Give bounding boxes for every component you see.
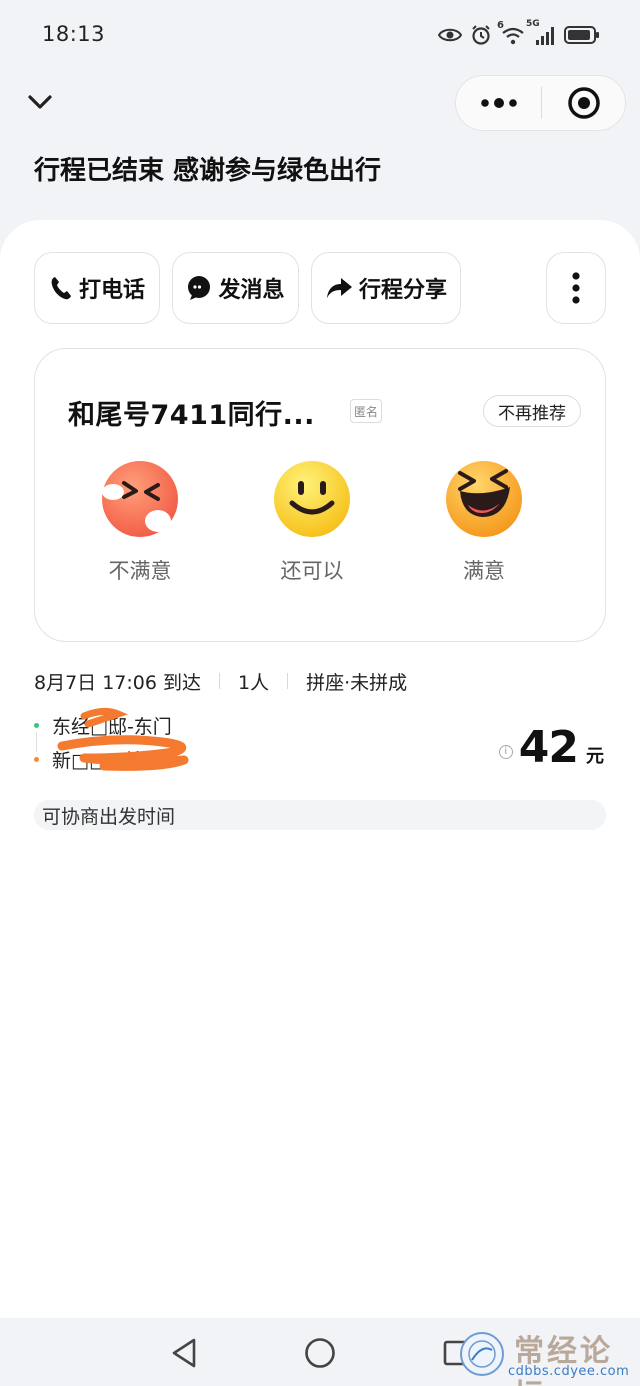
- angry-face-icon: [102, 461, 178, 537]
- mini-program-capsule: [455, 75, 626, 131]
- trip-meta: 8月7日 17:06 到达 1人 拼座·未拼成: [34, 668, 407, 694]
- wifi-superscript: 6: [497, 20, 504, 31]
- passenger-count: 1人: [238, 671, 270, 694]
- battery-icon: [564, 25, 600, 45]
- wifi-icon: 6: [497, 20, 526, 46]
- signal-5g-icon: 5G: [526, 19, 556, 46]
- capsule-more-button[interactable]: [456, 76, 541, 130]
- nav-back-button[interactable]: [166, 1335, 202, 1371]
- watermark-logo-icon: [460, 1332, 504, 1376]
- meta-divider: [219, 673, 221, 689]
- back-button[interactable]: [22, 84, 58, 120]
- destination-label: 新□□□站: [52, 749, 144, 772]
- circle-home-icon: [305, 1338, 335, 1368]
- destination: 新□□□站: [34, 742, 172, 776]
- rating-label-ok: 还可以: [280, 559, 344, 583]
- anonymous-badge: 匿名: [350, 399, 382, 423]
- phone-icon: [51, 277, 71, 300]
- route: 东经□邸-东门 新□□□站: [34, 707, 189, 776]
- message-label: 发消息: [218, 278, 285, 303]
- trip-detail-sheet: 打电话 发消息 行程分享 和尾号7411同行... 匿名 不再推荐 不满意 还可…: [0, 220, 640, 1318]
- more-actions-button[interactable]: [546, 252, 606, 324]
- target-icon: [567, 87, 600, 119]
- message-button[interactable]: 发消息: [172, 252, 299, 324]
- rating-option-ok[interactable]: 还可以: [252, 459, 372, 585]
- share-button[interactable]: 行程分享: [311, 252, 461, 324]
- ride-mode: 拼座·未拼成: [306, 671, 408, 694]
- alarm-icon: [470, 24, 492, 46]
- origin-dot: [34, 722, 39, 728]
- chat-icon: [188, 276, 211, 300]
- share-label: 行程分享: [358, 278, 447, 303]
- call-button[interactable]: 打电话: [34, 252, 160, 324]
- chevron-down-icon: [28, 95, 52, 109]
- price-unit: 元: [586, 746, 604, 767]
- share-arrow-icon: [326, 278, 352, 298]
- eye-icon: [438, 26, 462, 44]
- triangle-back-icon: [172, 1338, 196, 1368]
- rating-card: 和尾号7411同行... 匿名 不再推荐 不满意 还可以 满意: [34, 348, 606, 642]
- origin-label: 东经□邸-东门: [52, 715, 172, 738]
- rating-label-unsatisfied: 不满意: [108, 559, 172, 583]
- nav-home-button[interactable]: [302, 1335, 338, 1371]
- dismiss-recommend-button[interactable]: 不再推荐: [483, 395, 581, 427]
- rating-title: 和尾号7411同行...: [68, 400, 315, 431]
- negotiable-time-tag: 可协商出发时间: [34, 800, 606, 830]
- watermark: 常经论坛 cdbbs.cdyee.com: [458, 1326, 640, 1386]
- price-amount: 42: [518, 722, 579, 773]
- network-label: 5G: [526, 19, 540, 29]
- action-row: 打电话 发消息 行程分享: [34, 252, 606, 324]
- meta-divider: [287, 673, 289, 689]
- arrival-time: 8月7日 17:06 到达: [34, 671, 202, 694]
- status-bar: 18:13 6 5G: [0, 0, 640, 70]
- price: i 42 元: [498, 722, 604, 773]
- call-label: 打电话: [78, 278, 145, 303]
- status-icons: 6 5G: [438, 19, 600, 48]
- page-title: 行程已结束 感谢参与绿色出行: [34, 156, 382, 186]
- info-icon[interactable]: i: [498, 744, 513, 759]
- destination-dot: [34, 756, 39, 762]
- origin: 东经□邸-东门: [34, 708, 172, 742]
- more-dots-icon: [480, 98, 517, 108]
- rating-option-unsatisfied[interactable]: 不满意: [80, 459, 200, 585]
- kebab-icon: [572, 272, 580, 304]
- capsule-close-button[interactable]: [542, 76, 625, 130]
- smile-face-icon: [274, 461, 350, 537]
- status-time: 18:13: [42, 22, 106, 46]
- rating-label-satisfied: 满意: [463, 559, 505, 583]
- watermark-url: cdbbs.cdyee.com: [508, 1364, 630, 1379]
- laughing-face-icon: [446, 461, 522, 537]
- rating-option-satisfied[interactable]: 满意: [424, 459, 544, 585]
